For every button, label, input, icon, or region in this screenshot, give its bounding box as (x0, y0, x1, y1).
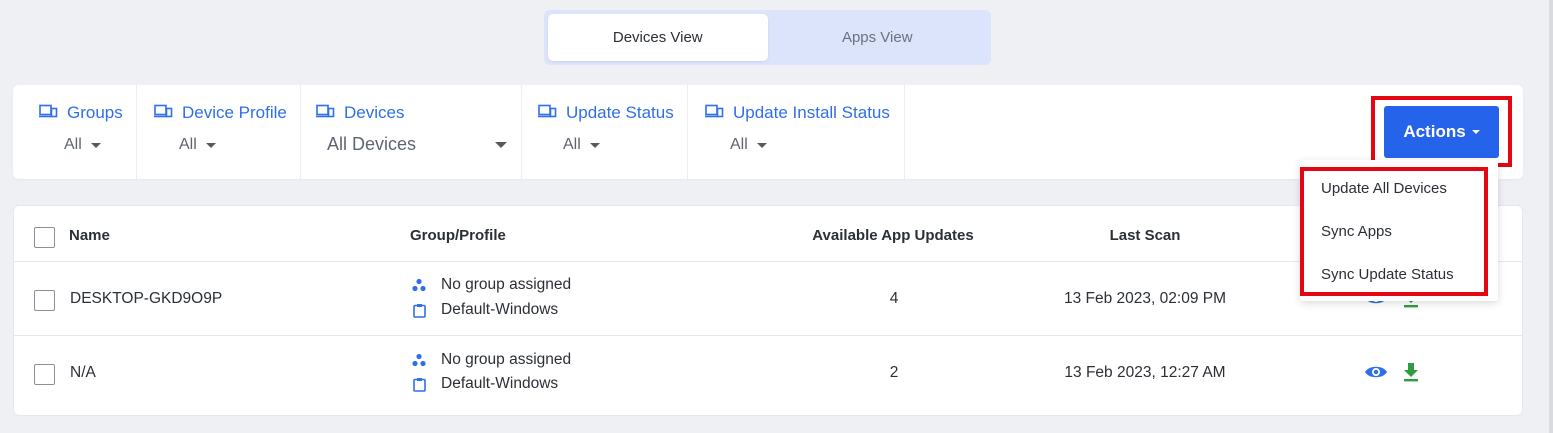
download-icon[interactable] (1403, 362, 1419, 387)
clipboard-icon (412, 303, 426, 318)
filter-device-profile: Device Profile All (137, 85, 301, 179)
group-line: No group assigned (412, 351, 571, 369)
device-icon (705, 103, 724, 123)
column-header-available-app-updates[interactable]: Available App Updates (812, 227, 973, 244)
filter-update-install-status-label[interactable]: Update Install Status (705, 103, 890, 123)
filter-update-install-status: Update Install Status All (688, 85, 905, 179)
group-icon (412, 353, 426, 367)
profile-text: Default-Windows (441, 375, 559, 392)
filter-devices-label[interactable]: Devices (316, 103, 404, 123)
menu-item-update-all-devices[interactable]: Update All Devices (1321, 180, 1447, 197)
devices-table: Name Group/Profile Available App Updates… (13, 205, 1523, 416)
device-icon (316, 103, 335, 123)
filter-device-profile-select[interactable]: All (179, 136, 216, 154)
device-icon (154, 103, 173, 123)
clipboard-icon (412, 377, 426, 392)
row-checkbox[interactable] (34, 290, 55, 311)
last-scan: 13 Feb 2023, 02:09 PM (1063, 290, 1227, 307)
menu-item-sync-update-status[interactable]: Sync Update Status (1321, 266, 1454, 283)
caret-down-icon (589, 142, 600, 148)
group-line: No group assigned (412, 276, 571, 294)
device-icon (538, 103, 557, 123)
device-name[interactable]: DESKTOP-GKD9O9P (70, 290, 222, 308)
caret-down-icon (205, 142, 216, 148)
filter-groups: Groups All (13, 85, 137, 179)
caret-down-icon (1471, 130, 1480, 134)
row-checkbox[interactable] (34, 364, 55, 385)
eye-icon[interactable] (1364, 364, 1388, 385)
row-actions (1364, 362, 1419, 387)
filter-update-status-select[interactable]: All (563, 136, 600, 154)
page-scrollbar[interactable] (1549, 0, 1553, 433)
profile-line: Default-Windows (412, 375, 558, 393)
column-header-last-scan[interactable]: Last Scan (1110, 227, 1181, 244)
filter-update-status-label[interactable]: Update Status (538, 103, 674, 123)
device-icon (39, 103, 58, 123)
available-updates: 4 (889, 290, 899, 307)
profile-text: Default-Windows (441, 301, 559, 318)
tab-apps-view[interactable]: Apps View (768, 14, 988, 61)
caret-down-icon (756, 142, 767, 148)
filter-groups-select[interactable]: All (64, 136, 101, 154)
filter-bar: Groups All Device Profile All Devices Al… (13, 85, 1523, 179)
table-header-row: Name Group/Profile Available App Updates… (14, 206, 1522, 262)
profile-line: Default-Windows (412, 301, 558, 319)
available-updates: 2 (889, 364, 899, 381)
last-scan: 13 Feb 2023, 12:27 AM (1064, 364, 1226, 381)
actions-button[interactable]: Actions (1384, 106, 1499, 158)
table-row: DESKTOP-GKD9O9P No group assigned Defaul… (14, 262, 1522, 336)
column-header-group-profile[interactable]: Group/Profile (410, 227, 506, 244)
column-header-name[interactable]: Name (69, 227, 110, 244)
table-row: N/A No group assigned Default-Windows 2 … (14, 336, 1522, 410)
filter-groups-label[interactable]: Groups (39, 103, 123, 123)
tab-devices-view[interactable]: Devices View (548, 14, 768, 61)
caret-down-icon (90, 142, 101, 148)
menu-item-sync-apps[interactable]: Sync Apps (1321, 223, 1392, 240)
group-text: No group assigned (441, 351, 572, 368)
device-name[interactable]: N/A (70, 364, 96, 382)
filter-device-profile-label[interactable]: Device Profile (154, 103, 287, 123)
filter-update-status: Update Status All (522, 85, 688, 179)
filter-devices-select[interactable]: All Devices (327, 134, 507, 155)
view-toggle: Devices View Apps View (544, 10, 991, 65)
group-icon (412, 278, 426, 292)
actions-button-label: Actions (1403, 122, 1466, 141)
filter-update-install-status-select[interactable]: All (730, 136, 767, 154)
select-all-checkbox[interactable] (34, 227, 55, 248)
filter-devices: Devices All Devices (301, 85, 522, 179)
group-text: No group assigned (441, 276, 572, 293)
caret-down-icon (495, 141, 507, 148)
